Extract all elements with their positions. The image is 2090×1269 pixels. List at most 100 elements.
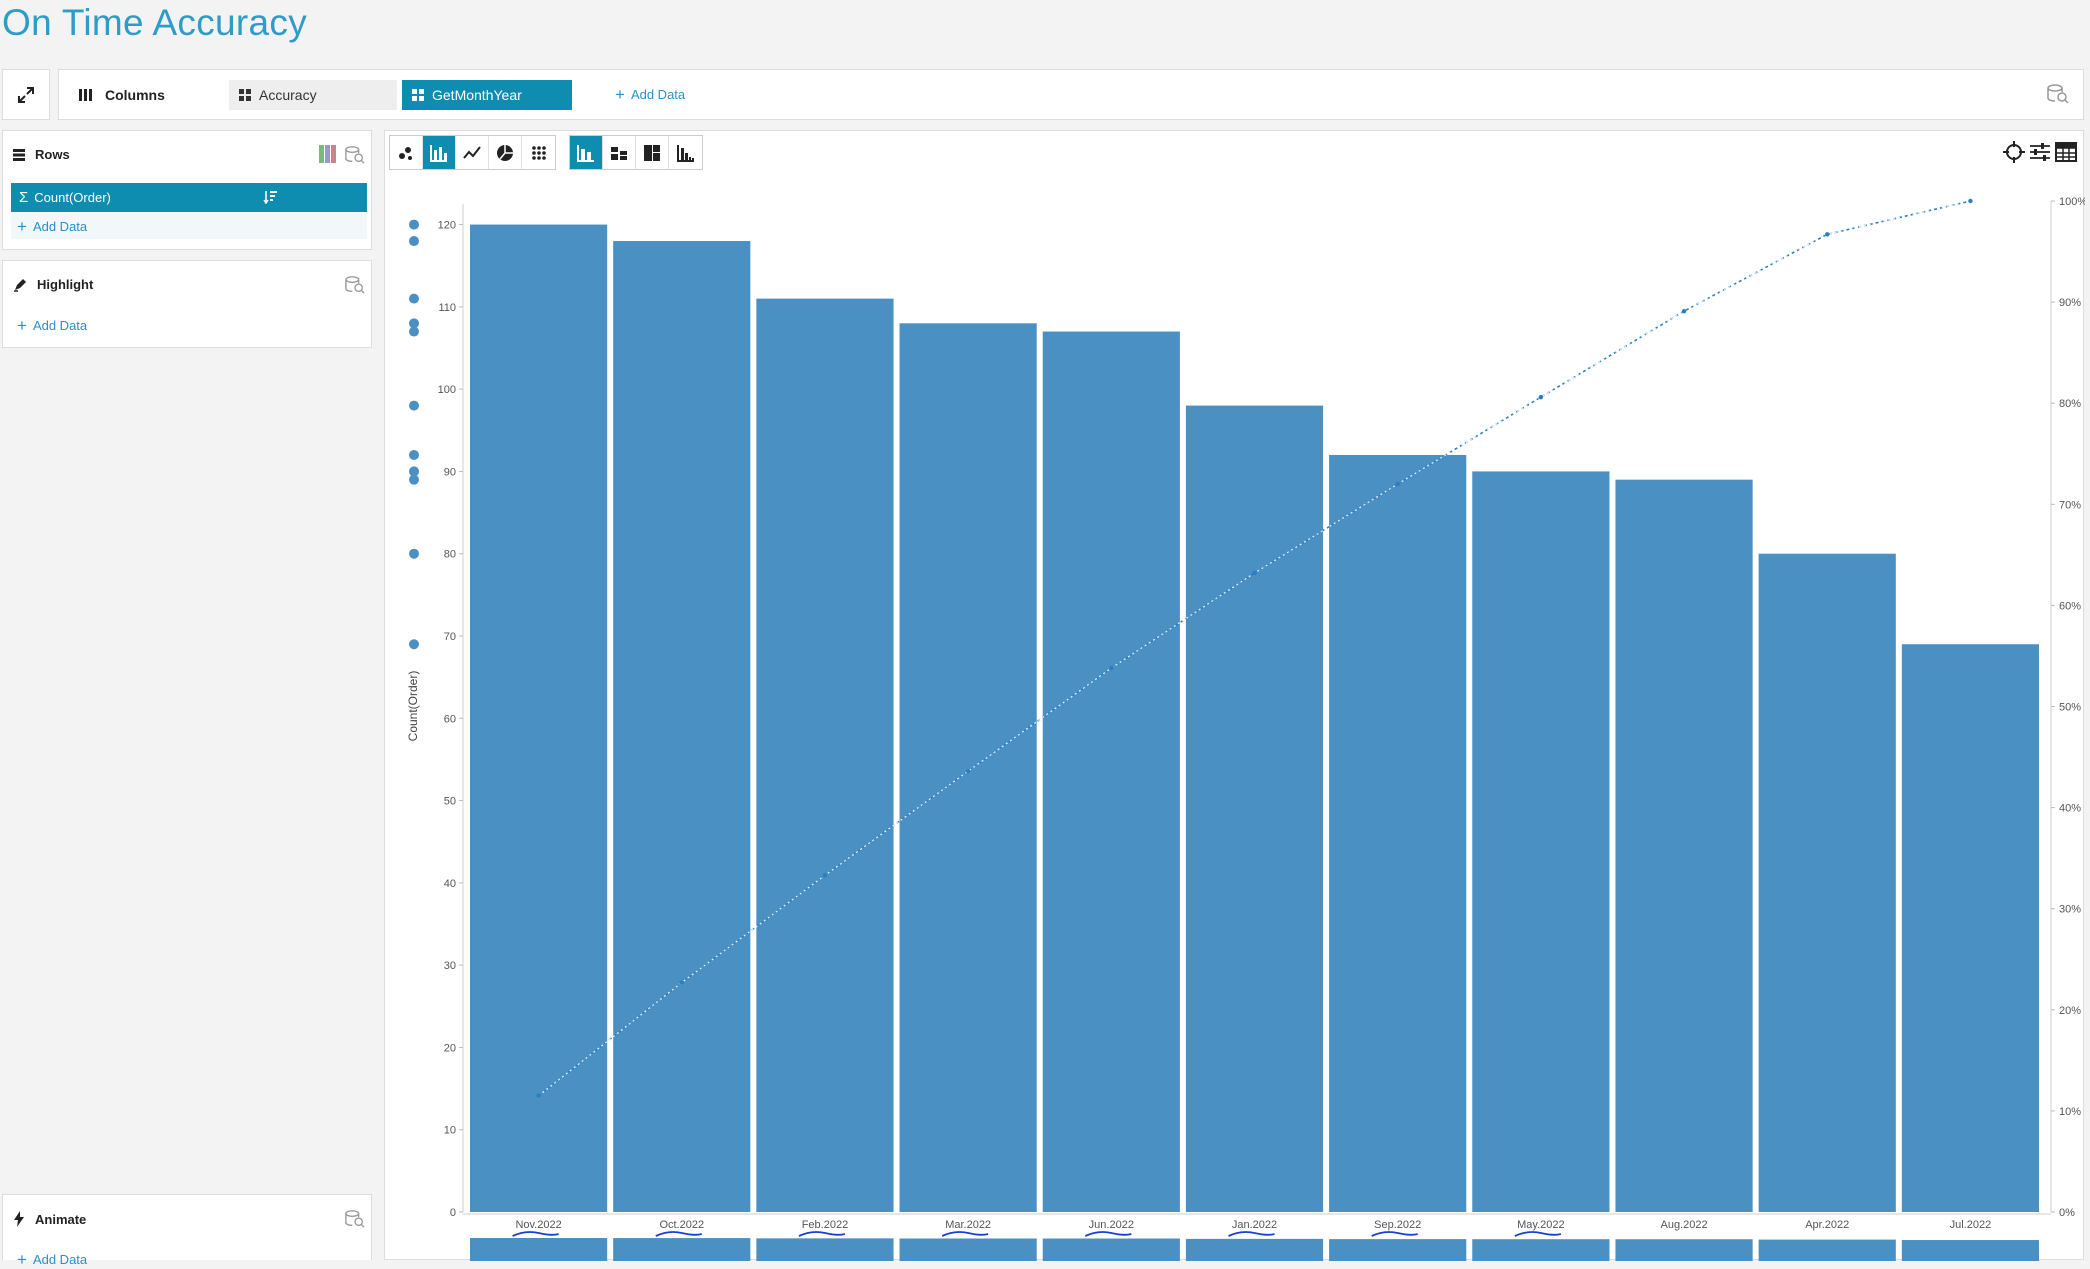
overview-bar: [756, 1238, 894, 1261]
bar[interactable]: [470, 224, 608, 1213]
data-search-icon[interactable]: [345, 145, 365, 165]
overview-bar: [1758, 1239, 1896, 1261]
x-tick-label: Sep.2022: [1374, 1219, 1421, 1231]
cumulative-point[interactable]: [1538, 394, 1544, 400]
value-dot: [409, 219, 419, 230]
cumulative-point[interactable]: [1825, 232, 1830, 237]
bar[interactable]: [1472, 471, 1610, 1212]
cumulative-point[interactable]: [1252, 570, 1257, 576]
column-pill-getmonthyear[interactable]: GetMonthYear: [402, 80, 572, 110]
cumulative-point[interactable]: [536, 1093, 541, 1098]
highlight-panel: Highlight + Add Data: [2, 260, 372, 348]
y-tick-label: 0: [450, 1207, 456, 1219]
bar[interactable]: [1185, 405, 1324, 1213]
handwritten-underline: [655, 1231, 703, 1237]
palette-icon[interactable]: [319, 145, 337, 163]
value-dot: [409, 548, 419, 559]
y-tick-label: 120: [438, 220, 456, 232]
animate-title: Animate: [13, 1211, 86, 1227]
data-search-icon[interactable]: [345, 275, 365, 295]
y-axis-label: Count(Order): [406, 671, 420, 742]
expand-icon: [18, 86, 34, 103]
data-search-icon[interactable]: [2047, 84, 2069, 104]
value-dot: [409, 400, 419, 411]
bar[interactable]: [756, 298, 894, 1213]
plus-icon: +: [615, 85, 625, 104]
value-dot: [409, 639, 419, 650]
cumulative-point[interactable]: [1395, 481, 1400, 487]
rows-panel: Rows Σ Count(Order) + Add Data: [2, 130, 372, 250]
y2-tick-label: 50%: [2059, 702, 2081, 714]
rows-icon: [13, 148, 25, 161]
x-tick-label: Nov.2022: [515, 1219, 561, 1231]
bar[interactable]: [1901, 644, 2039, 1212]
y2-tick-label: 0%: [2059, 1207, 2075, 1219]
y2-tick-label: 80%: [2059, 398, 2081, 410]
sort-descending-icon[interactable]: [263, 190, 277, 204]
overview-bar: [470, 1238, 608, 1261]
bar[interactable]: [1329, 454, 1467, 1212]
bar[interactable]: [899, 323, 1037, 1212]
value-dot: [409, 474, 419, 485]
cumulative-point[interactable]: [1968, 198, 1973, 204]
page-title: On Time Accuracy: [2, 2, 308, 43]
column-pill-accuracy[interactable]: Accuracy: [229, 80, 397, 110]
value-dot: [409, 293, 419, 304]
y-tick-label: 30: [444, 960, 456, 972]
handwritten-underline: [512, 1231, 559, 1237]
bar[interactable]: [1758, 553, 1896, 1212]
x-tick-label: Jun.2022: [1089, 1219, 1134, 1231]
value-dot: [409, 236, 419, 247]
columns-label: Columns: [79, 70, 165, 119]
rows-add-data-button[interactable]: + Add Data: [17, 218, 87, 235]
x-tick-label: Mar.2022: [945, 1219, 991, 1231]
columns-add-data-button[interactable]: + Add Data: [615, 86, 685, 103]
handwritten-underline: [1514, 1231, 1562, 1237]
cumulative-point[interactable]: [679, 980, 684, 985]
cumulative-point[interactable]: [965, 769, 971, 774]
cumulative-point[interactable]: [1109, 665, 1114, 671]
y2-tick-label: 30%: [2059, 904, 2081, 916]
overview-bar: [1042, 1238, 1180, 1261]
y-tick-label: 20: [444, 1042, 456, 1054]
y2-tick-label: 90%: [2059, 297, 2081, 309]
dimension-icon: [412, 89, 424, 101]
pareto-bar-chart: Count(Order) 0 10 20 30 40 50 60 70 80 90 100 110 12…: [406, 196, 2085, 1261]
rows-field-count-order[interactable]: Σ Count(Order): [11, 183, 367, 212]
plus-icon: +: [17, 217, 27, 236]
bar[interactable]: [1042, 331, 1180, 1212]
plus-icon: +: [17, 316, 27, 335]
data-search-icon[interactable]: [345, 1209, 365, 1229]
overview-bar: [1901, 1240, 2039, 1261]
overview-bar: [613, 1238, 751, 1261]
cumulative-point[interactable]: [1681, 308, 1687, 314]
x-tick-label: Apr.2022: [1805, 1219, 1849, 1231]
x-tick-label: Jul.2022: [1950, 1219, 1992, 1231]
dimension-icon: [239, 89, 251, 101]
y-tick-label: 10: [444, 1125, 456, 1137]
y-tick-label: 80: [444, 549, 456, 561]
y-tick-label: 60: [444, 713, 456, 725]
bar[interactable]: [1615, 479, 1753, 1213]
y2-tick-label: 100%: [2059, 196, 2085, 208]
overview-bar: [1329, 1239, 1467, 1261]
animate-panel: Animate + Add Data: [2, 1194, 372, 1268]
highlight-add-data-button[interactable]: + Add Data: [17, 317, 87, 334]
handwritten-underline: [1371, 1231, 1418, 1237]
x-tick-label: Oct.2022: [659, 1219, 704, 1231]
bar[interactable]: [613, 241, 751, 1212]
overview-bar: [1615, 1239, 1753, 1261]
handwritten-underline: [798, 1231, 846, 1237]
value-dot: [409, 326, 419, 337]
x-tick-label: Jan.2022: [1232, 1219, 1277, 1231]
y-tick-label: 110: [438, 302, 456, 314]
x-tick-label: Feb.2022: [802, 1219, 848, 1231]
expand-button[interactable]: [2, 69, 50, 120]
chart-panel: Count(Order) 0 10 20 30 40 50 60 70 80 90 100 110 12…: [384, 130, 2085, 1261]
handwritten-underline: [941, 1231, 989, 1237]
overview-bar: [1472, 1239, 1610, 1261]
overview-bar: [899, 1238, 1037, 1261]
cumulative-point[interactable]: [822, 873, 828, 878]
y-tick-label: 90: [444, 466, 456, 478]
columns-shelf: Columns Accuracy GetMonthYear + Add Data: [58, 69, 2084, 120]
